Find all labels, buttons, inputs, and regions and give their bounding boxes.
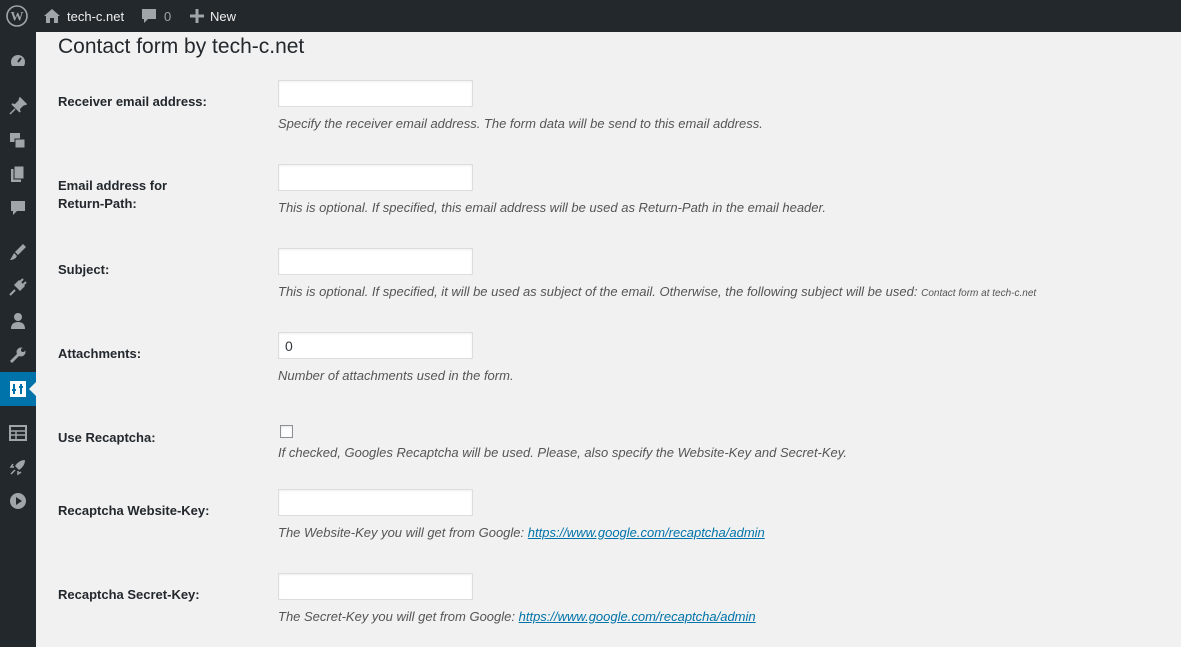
return-path-description: This is optional. If specified, this ema… [278,200,826,215]
dashboard-menu-item[interactable] [0,44,36,78]
play-menu-item[interactable] [0,484,36,518]
media-icon [10,133,26,149]
use-recaptcha-label: Use Recaptcha: [58,430,156,445]
use-recaptcha-description: If checked, Googles Recaptcha will be us… [278,445,847,460]
attachments-label: Attachments: [58,346,142,361]
admin-sidebar [0,32,36,647]
media-menu-item[interactable] [0,123,36,157]
rocket-icon [9,460,25,476]
secret-key-recaptcha-link[interactable]: https://www.google.com/recaptcha/admin [519,609,756,624]
wordpress-logo-icon: W [6,5,28,27]
admin-bar: W tech-c.net 0 New [0,0,1181,32]
receiver-email-label: Receiver email address: [58,94,207,109]
users-icon [11,313,25,329]
settings-menu-item[interactable] [0,372,36,406]
website-key-description: The Website-Key you will get from Google… [278,524,765,542]
comments-icon [11,201,25,215]
receiver-email-description: Specify the receiver email address. The … [278,116,763,131]
default-subject-text: Contact form at tech-c.net [921,288,1037,299]
attachments-description: Number of attachments used in the form. [278,368,514,383]
appearance-icon [10,244,26,260]
subject-input[interactable] [278,248,473,275]
plus-icon [190,9,204,23]
return-path-label-line2: Return-Path: [58,196,137,211]
page-title: Contact form by tech-c.net [58,35,305,58]
comments-link[interactable]: 0 [141,0,171,32]
subject-label: Subject: [58,262,110,277]
tools-icon [9,347,26,364]
secret-key-description-text: The Secret-Key you will get from Google: [278,609,515,624]
pages-icon [11,165,25,182]
users-menu-item[interactable] [0,304,36,338]
website-key-recaptcha-link[interactable]: https://www.google.com/recaptcha/admin [528,525,765,540]
return-path-label: Email address for Return-Path: [58,177,258,213]
pin-icon [9,97,27,115]
new-label: New [210,8,237,24]
posts-menu-item[interactable] [0,89,36,123]
site-name: tech-c.net [67,8,125,24]
return-path-label-line1: Email address for [58,178,168,193]
secret-key-description: The Secret-Key you will get from Google:… [278,608,756,626]
svg-text:W: W [11,9,24,24]
dashboard-icon [10,55,26,66]
site-name-link[interactable]: tech-c.net [43,0,124,32]
comment-bubble-icon [142,9,156,23]
plugins-icon [9,278,27,296]
comments-menu-item[interactable] [0,191,36,225]
website-key-description-text: The Website-Key you will get from Google… [278,525,525,540]
tools-menu-item[interactable] [0,338,36,372]
use-recaptcha-checkbox[interactable] [280,425,293,438]
secret-key-label: Recaptcha Secret-Key: [58,587,200,602]
website-key-input[interactable] [278,489,473,516]
attachments-input[interactable] [278,332,473,359]
wordpress-logo-button[interactable]: W [6,0,30,32]
home-icon [44,9,60,23]
return-path-input[interactable] [278,164,473,191]
receiver-email-input[interactable] [278,80,473,107]
settings-icon [10,381,26,397]
website-key-label: Recaptcha Website-Key: [58,503,210,518]
new-content-button[interactable]: New [190,0,236,32]
subject-description: This is optional. If specified, it will … [278,283,1036,303]
table-icon [9,425,27,441]
comments-count: 0 [164,8,172,24]
table-menu-item[interactable] [0,416,36,450]
play-icon [10,493,26,509]
rocket-menu-item[interactable] [0,450,36,484]
plugins-menu-item[interactable] [0,270,36,304]
appearance-menu-item[interactable] [0,235,36,269]
main-content: Contact form by tech-c.net Receiver emai… [36,32,1181,647]
subject-description-text: This is optional. If specified, it will … [278,284,918,299]
pages-menu-item[interactable] [0,157,36,191]
secret-key-input[interactable] [278,573,473,600]
